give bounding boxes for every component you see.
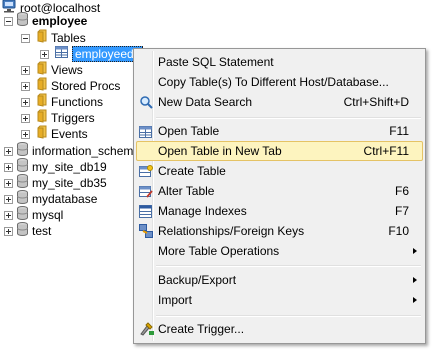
folder-label: Functions — [51, 95, 104, 109]
menu-item-manage-indexes[interactable]: Manage Indexes F7 — [136, 201, 423, 221]
menu-separator — [156, 117, 421, 119]
menu-item-label: Create Table — [158, 164, 226, 178]
tree-node-views[interactable]: Views — [21, 61, 83, 78]
menu-item-label: Copy Table(s) To Different Host/Database… — [158, 75, 389, 89]
expand-icon[interactable] — [4, 178, 13, 188]
folder-label: Views — [51, 63, 83, 77]
manage-indexes-icon — [139, 204, 155, 218]
menu-item-copy-table[interactable]: Copy Table(s) To Different Host/Database… — [136, 72, 423, 92]
database-label: test — [32, 224, 52, 238]
expand-icon[interactable] — [21, 113, 30, 123]
expand-icon[interactable] — [4, 194, 13, 204]
menu-item-label: Open Table in New Tab — [158, 144, 282, 158]
menu-item-create-trigger[interactable]: Create Trigger... — [136, 319, 423, 339]
database-label: information_schema — [32, 144, 141, 158]
menu-item-shortcut: F11 — [389, 124, 409, 138]
database-label: my_site_db35 — [32, 176, 107, 190]
tree-node-triggers[interactable]: Triggers — [21, 109, 95, 126]
relationships-icon — [139, 224, 155, 238]
table-context-menu: Paste SQL Statement Copy Table(s) To Dif… — [133, 48, 426, 344]
menu-item-label: Import — [158, 293, 193, 307]
tables-folder-label: Tables — [51, 31, 86, 45]
tree-node-database-employee[interactable]: employee — [4, 12, 88, 30]
folder-label: Triggers — [51, 111, 95, 125]
menu-item-shortcut: F6 — [394, 184, 409, 198]
menu-item-shortcut: F10 — [388, 224, 409, 238]
create-table-icon — [139, 164, 155, 178]
tree-node-events[interactable]: Events — [21, 125, 88, 143]
menu-item-label: New Data Search — [158, 95, 253, 109]
database-label: employee — [32, 14, 88, 28]
expand-icon[interactable] — [40, 49, 49, 59]
menu-item-more-table-operations[interactable]: More Table Operations — [136, 241, 423, 261]
menu-item-label: More Table Operations — [158, 244, 280, 258]
expand-icon[interactable] — [21, 97, 30, 107]
database-label: my_site_db19 — [32, 160, 107, 174]
menu-item-shortcut: Ctrl+Shift+D — [343, 95, 409, 109]
expand-icon[interactable] — [4, 226, 13, 236]
menu-item-label: Relationships/Foreign Keys — [158, 224, 305, 238]
expand-icon[interactable] — [4, 210, 13, 220]
menu-separator — [156, 315, 421, 317]
table-icon — [139, 124, 155, 138]
menu-item-open-table[interactable]: Open Table F11 — [136, 121, 423, 141]
app-root: root@localhost employee Tables employeed… — [0, 0, 444, 351]
expand-icon[interactable] — [21, 65, 30, 75]
menu-item-shortcut: F7 — [394, 204, 409, 218]
submenu-arrow-icon — [413, 277, 417, 283]
expand-icon[interactable] — [21, 81, 30, 91]
tree-node-stored-procs[interactable]: Stored Procs — [21, 77, 121, 94]
tree-node-database[interactable]: mydatabase — [4, 190, 98, 207]
menu-item-label: Manage Indexes — [158, 204, 247, 218]
menu-item-label: Open Table — [158, 124, 220, 138]
alter-table-icon — [139, 184, 155, 198]
submenu-arrow-icon — [413, 297, 417, 303]
menu-item-shortcut: Ctrl+F11 — [363, 144, 409, 158]
menu-item-import[interactable]: Import — [136, 290, 423, 310]
database-label: mysql — [32, 208, 64, 222]
database-icon — [17, 12, 28, 30]
tree-node-database[interactable]: information_schema — [4, 142, 141, 159]
folder-icon — [37, 125, 47, 143]
expand-icon[interactable] — [4, 146, 13, 156]
folder-icon — [37, 29, 47, 47]
collapse-icon[interactable] — [21, 33, 30, 43]
menu-item-open-table-new-tab[interactable]: Open Table in New Tab Ctrl+F11 — [136, 141, 423, 161]
menu-item-create-table[interactable]: Create Table — [136, 161, 423, 181]
menu-item-backup-export[interactable]: Backup/Export — [136, 270, 423, 290]
tree-node-tables[interactable]: Tables — [21, 29, 86, 47]
expand-icon[interactable] — [4, 162, 13, 172]
folder-label: Stored Procs — [51, 79, 121, 93]
tree-node-database[interactable]: mysql — [4, 206, 64, 223]
tree-node-functions[interactable]: Functions — [21, 93, 104, 110]
tree-node-table-employeede[interactable]: employeede — [40, 46, 144, 62]
menu-item-label: Create Trigger... — [158, 322, 245, 336]
menu-item-label: Alter Table — [158, 184, 215, 198]
trigger-icon — [139, 322, 155, 336]
menu-item-new-data-search[interactable]: New Data Search Ctrl+Shift+D — [136, 92, 423, 112]
tree-node-database[interactable]: test — [4, 222, 52, 240]
expand-icon[interactable] — [21, 129, 30, 139]
tree-node-database[interactable]: my_site_db19 — [4, 158, 107, 175]
menu-item-label: Paste SQL Statement — [158, 55, 274, 69]
tree-node-database[interactable]: my_site_db35 — [4, 174, 107, 191]
submenu-arrow-icon — [413, 248, 417, 254]
menu-item-alter-table[interactable]: Alter Table F6 — [136, 181, 423, 201]
database-icon — [17, 222, 28, 240]
database-label: mydatabase — [32, 192, 98, 206]
menu-item-label: Backup/Export — [158, 273, 237, 287]
menu-separator — [156, 265, 421, 267]
menu-item-paste-sql[interactable]: Paste SQL Statement — [136, 52, 423, 72]
table-icon — [55, 46, 68, 62]
menu-item-relationships[interactable]: Relationships/Foreign Keys F10 — [136, 221, 423, 241]
collapse-icon[interactable] — [4, 16, 13, 26]
search-icon — [139, 95, 155, 109]
folder-label: Events — [51, 127, 88, 141]
